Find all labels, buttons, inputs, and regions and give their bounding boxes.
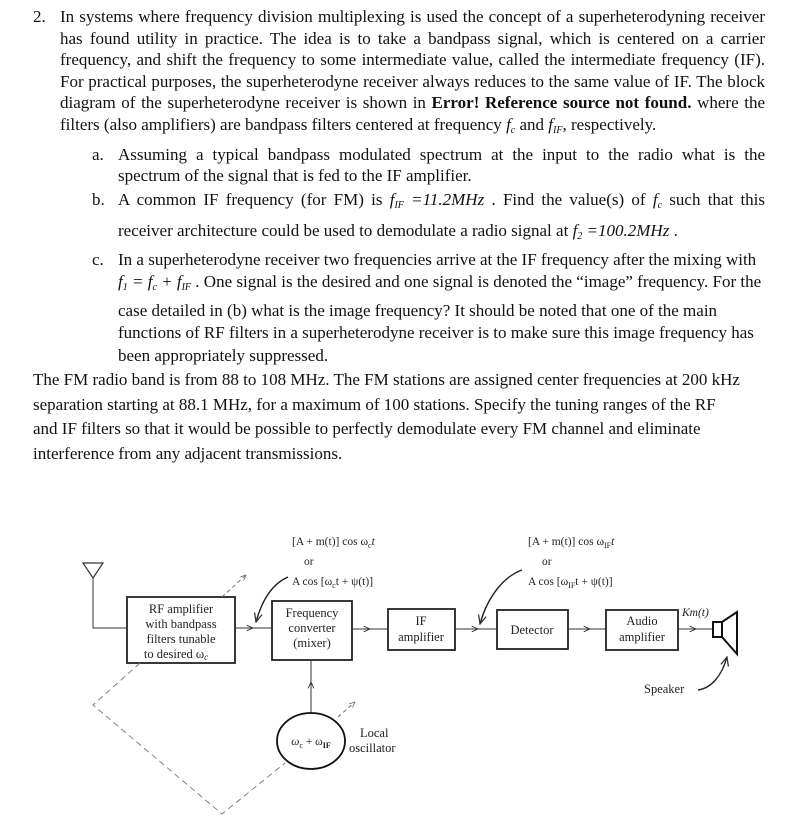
output-label: Km(t) [681, 607, 709, 619]
rf-amplifier-block: RF amplifier with bandpass filters tunab… [126, 596, 236, 664]
speaker-label: Speaker [644, 682, 685, 696]
oscillator-tuning-arrow [337, 702, 355, 718]
rf-tuning-arrow [221, 575, 246, 598]
antenna-icon [81, 562, 127, 629]
svg-text:Local: Local [360, 726, 389, 740]
audio-amplifier-block: Audio amplifier [605, 609, 679, 651]
if-amplifier-block: IF amplifier [387, 608, 456, 651]
svg-text:filters tunable: filters tunable [146, 632, 216, 646]
superheterodyne-block-diagram: RF amplifier with bandpass filters tunab… [0, 500, 790, 825]
svg-text:to desired ωc: to desired ωc [144, 647, 208, 662]
local-oscillator: ωc + ωIF Local oscillator [276, 712, 396, 770]
svg-text:A cos [ωIFt + ψ(t)]: A cos [ωIFt + ψ(t)] [528, 576, 613, 590]
speaker-pointer [697, 657, 727, 691]
ganged-tuning-line [92, 662, 286, 815]
detector-block: Detector [496, 609, 569, 650]
svg-text:Frequency: Frequency [286, 606, 340, 620]
problem-closing: The FM radio band is from 88 to 108 MHz.… [33, 370, 740, 463]
problem-intro: 2. In systems where frequency division m… [33, 7, 765, 136]
svg-text:Audio: Audio [626, 614, 657, 628]
part-b: b. A common IF frequency (for FM) is fIF… [92, 189, 766, 242]
svg-text:IF: IF [415, 614, 426, 628]
part-c: c. In a superheterodyne receiver two fre… [92, 249, 762, 365]
svg-text:[A + m(t)] cos ωIFt: [A + m(t)] cos ωIFt [528, 536, 615, 550]
mixer-block: Frequency converter (mixer) [271, 600, 353, 661]
problem-parts: a. Assuming a typical bandpass modulated… [0, 144, 790, 368]
svg-text:amplifier: amplifier [619, 630, 666, 644]
problem-2: 2. In systems where frequency division m… [0, 6, 790, 466]
svg-text:(mixer): (mixer) [293, 636, 330, 650]
reference-error: Error! Reference source not found. [431, 93, 692, 113]
svg-text:converter: converter [288, 621, 336, 635]
problem-number: 2. [33, 7, 46, 26]
svg-text:oscillator: oscillator [349, 741, 396, 755]
svg-text:[A + m(t)] cos ωct: [A + m(t)] cos ωct [292, 536, 376, 550]
svg-text:with bandpass: with bandpass [145, 617, 216, 631]
svg-text:amplifier: amplifier [398, 630, 445, 644]
svg-text:or: or [542, 556, 552, 568]
svg-text:RF amplifier: RF amplifier [149, 602, 214, 616]
part-a: a. Assuming a typical bandpass modulated… [92, 144, 765, 186]
svg-text:or: or [304, 556, 314, 568]
svg-text:Detector: Detector [510, 623, 554, 637]
speaker-icon [712, 610, 738, 657]
svg-text:A cos [ωct + ψ(t)]: A cos [ωct + ψ(t)] [292, 576, 373, 590]
